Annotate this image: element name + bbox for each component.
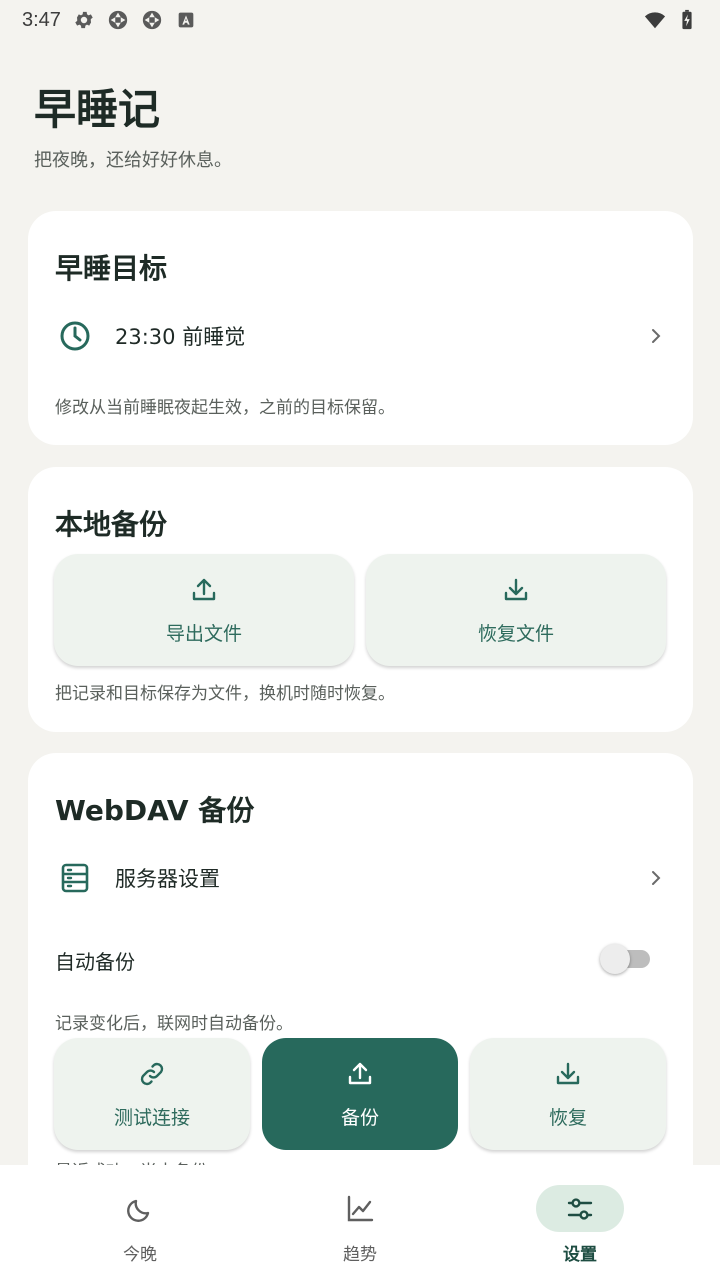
restore-file-button[interactable]: 恢复文件 bbox=[366, 554, 666, 666]
auto-backup-hint: 记录变化后，联网时自动备份。 bbox=[55, 1014, 293, 1034]
server-settings-row[interactable]: 服务器设置 bbox=[55, 850, 667, 906]
nav-pill bbox=[316, 1185, 404, 1232]
restore-label: 恢复 bbox=[548, 1106, 587, 1129]
nav-settings-label: 设置 bbox=[563, 1245, 597, 1265]
auto-backup-label: 自动备份 bbox=[55, 950, 135, 974]
test-connection-button[interactable]: 测试连接 bbox=[54, 1038, 250, 1150]
goal-hint: 修改从当前睡眠夜起生效，之前的目标保留。 bbox=[55, 398, 395, 418]
wifi-icon bbox=[644, 12, 666, 29]
webdav-card: WebDAV 备份 服务器设置 自动备份 记录变化后，联网时自动备份。 测试连接 bbox=[28, 753, 693, 1165]
app-subtitle: 把夜晚，还给好好休息。 bbox=[34, 150, 232, 171]
webdav-title: WebDAV 备份 bbox=[55, 794, 255, 827]
text-a-icon bbox=[178, 12, 194, 28]
clock-icon bbox=[60, 321, 90, 351]
nav-tonight[interactable]: 今晚 bbox=[70, 1185, 210, 1265]
status-time: 3:47 bbox=[22, 8, 61, 31]
restore-file-label: 恢复文件 bbox=[477, 622, 554, 645]
last-backup-hint: 最近成功：尚未备份 bbox=[55, 1157, 208, 1165]
nav-tonight-label: 今晚 bbox=[123, 1245, 157, 1265]
restore-button[interactable]: 恢复 bbox=[470, 1038, 666, 1150]
local-backup-hint: 把记录和目标保存为文件，换机时随时恢复。 bbox=[55, 684, 395, 704]
backup-button[interactable]: 备份 bbox=[262, 1038, 458, 1150]
nav-trends[interactable]: 趋势 bbox=[290, 1185, 430, 1265]
chevron-right-icon bbox=[652, 329, 661, 343]
bottom-navigation: 今晚 趋势 设置 bbox=[0, 1165, 720, 1280]
download-icon bbox=[504, 578, 528, 600]
upload-icon bbox=[348, 1062, 372, 1084]
moon-icon bbox=[127, 1199, 150, 1222]
goal-time-row[interactable]: 23:30 前睡觉 bbox=[55, 308, 667, 364]
upload-icon bbox=[192, 578, 216, 600]
link-icon bbox=[140, 1062, 164, 1085]
nav-settings[interactable]: 设置 bbox=[510, 1185, 650, 1265]
server-settings-label: 服务器设置 bbox=[115, 867, 220, 891]
goal-card-title: 早睡目标 bbox=[55, 252, 168, 285]
aperture-icon bbox=[142, 10, 162, 30]
nav-trends-label: 趋势 bbox=[343, 1245, 377, 1265]
nav-pill bbox=[96, 1185, 184, 1232]
sliders-icon bbox=[567, 1197, 593, 1220]
local-backup-card: 本地备份 导出文件 恢复文件 把记录和目标保存为文件，换机时随时恢复。 bbox=[28, 467, 693, 732]
auto-backup-toggle[interactable] bbox=[600, 944, 652, 974]
download-icon bbox=[556, 1062, 580, 1084]
chevron-right-icon bbox=[652, 871, 661, 885]
goal-card: 早睡目标 23:30 前睡觉 修改从当前睡眠夜起生效，之前的目标保留。 bbox=[28, 211, 693, 445]
gear-icon bbox=[75, 11, 93, 29]
export-file-button[interactable]: 导出文件 bbox=[54, 554, 354, 666]
server-icon bbox=[61, 863, 89, 893]
app-title: 早睡记 bbox=[34, 85, 161, 134]
test-connection-label: 测试连接 bbox=[113, 1106, 190, 1129]
toggle-knob bbox=[600, 944, 630, 974]
trend-chart-icon bbox=[347, 1195, 374, 1221]
nav-pill-active bbox=[536, 1185, 624, 1232]
status-bar: 3:47 bbox=[0, 0, 720, 40]
goal-time-label: 23:30 前睡觉 bbox=[115, 325, 246, 349]
local-backup-title: 本地备份 bbox=[55, 508, 168, 541]
aperture-icon bbox=[108, 10, 128, 30]
battery-charging-icon bbox=[682, 9, 692, 30]
backup-label: 备份 bbox=[340, 1106, 379, 1129]
export-file-label: 导出文件 bbox=[165, 622, 242, 645]
settings-content[interactable]: 早睡记 把夜晚，还给好好休息。 早睡目标 23:30 前睡觉 修改从当前睡眠夜起… bbox=[0, 40, 720, 1165]
